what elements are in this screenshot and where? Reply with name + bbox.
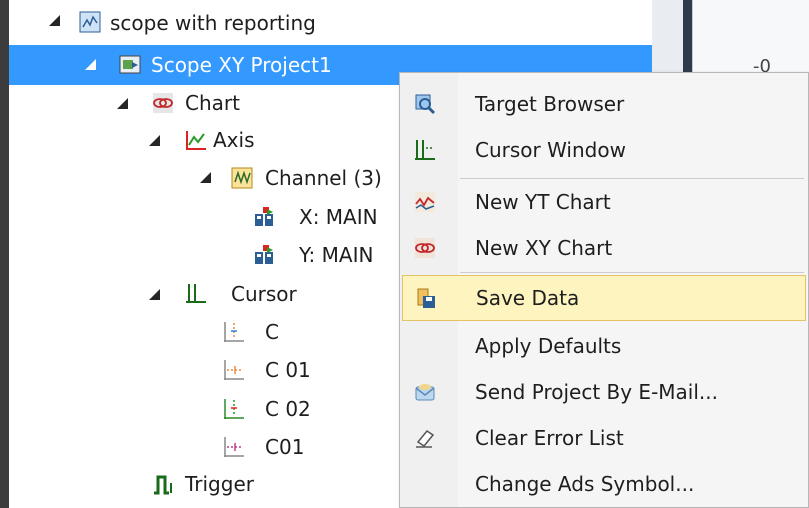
expand-arrow-icon[interactable] [149, 289, 160, 300]
context-menu: Target Browser Cursor Window New YT Char… [399, 72, 809, 508]
menu-item-new-xy-chart[interactable]: New XY Chart [402, 225, 806, 271]
tree-item-label: Scope XY Project1 [151, 53, 332, 77]
tree-item-label: X: MAIN [299, 205, 378, 229]
cursor-icon [185, 283, 207, 305]
scope-project-icon [79, 11, 101, 33]
menu-item-target-browser[interactable]: Target Browser [402, 81, 806, 127]
menu-item-label: Target Browser [475, 92, 625, 116]
expand-arrow-icon[interactable] [200, 172, 211, 183]
tree-item-label: Channel (3) [265, 166, 382, 190]
menu-item-label: Cursor Window [475, 138, 626, 162]
tree-item-cursor-c[interactable]: C [9, 312, 399, 352]
menu-item-label: Clear Error List [475, 426, 624, 450]
xy-project-icon [119, 54, 141, 76]
tree-item-cursor-c01[interactable]: C 01 [9, 350, 399, 390]
acquisition-icon [253, 206, 275, 228]
tree-item-label: Trigger [185, 472, 254, 496]
email-icon [414, 381, 436, 403]
menu-item-label: Save Data [476, 286, 580, 310]
xy-chart-icon [152, 92, 174, 114]
tree-item-root[interactable]: scope with reporting [9, 3, 652, 43]
expand-arrow-icon[interactable] [85, 59, 96, 70]
tree-item-label: C 01 [265, 358, 311, 382]
trigger-icon [152, 473, 174, 495]
tree-item-label: scope with reporting [110, 11, 316, 35]
cursor-horizontal-icon [223, 359, 245, 381]
tree-item-x-acquisition[interactable]: X: MAIN [9, 197, 399, 237]
expand-arrow-icon[interactable] [149, 135, 160, 146]
left-border [0, 0, 9, 508]
menu-separator [460, 272, 804, 273]
tree-item-chart[interactable]: Chart [9, 83, 399, 123]
expand-arrow-icon[interactable] [117, 98, 128, 109]
menu-item-label: Change Ads Symbol... [475, 472, 695, 496]
cursor-vertical-green-icon [223, 398, 245, 420]
menu-item-label: Send Project By E-Mail... [475, 380, 718, 404]
tree-item-label: C 02 [265, 397, 311, 421]
menu-item-save-data[interactable]: Save Data [402, 275, 806, 321]
tree-item-channel[interactable]: Channel (3) [9, 158, 399, 198]
menu-item-clear-error-list[interactable]: Clear Error List [402, 415, 806, 461]
cursor-horizontal-pink-icon [223, 436, 245, 458]
tree-item-cursor-c02[interactable]: C 02 [9, 389, 399, 429]
expand-arrow-icon[interactable] [49, 15, 60, 26]
cursor-vertical-icon [223, 321, 245, 343]
menu-item-label: New XY Chart [475, 236, 613, 260]
menu-item-new-yt-chart[interactable]: New YT Chart [402, 179, 806, 225]
menu-item-send-project-by-email[interactable]: Send Project By E-Mail... [402, 369, 806, 415]
cursor-window-icon [414, 139, 436, 161]
tree-item-cursor-c01-2[interactable]: C01 [9, 427, 399, 467]
save-data-icon [415, 287, 437, 309]
tree-item-axis[interactable]: Axis [9, 120, 399, 160]
tree-item-label: Y: MAIN [299, 243, 374, 267]
tree-item-cursor[interactable]: Cursor [9, 274, 399, 314]
tree-item-trigger[interactable]: Trigger [9, 464, 399, 504]
channel-icon [231, 167, 253, 189]
menu-item-cursor-window[interactable]: Cursor Window [402, 127, 806, 173]
tree-item-label: Chart [185, 91, 240, 115]
xy-chart-icon [414, 237, 436, 259]
axis-icon [185, 129, 207, 151]
tree-item-label: Axis [213, 128, 255, 152]
acquisition-icon [253, 244, 275, 266]
yt-chart-icon [414, 191, 436, 213]
menu-item-apply-defaults[interactable]: Apply Defaults [402, 323, 806, 369]
eraser-icon [414, 427, 436, 449]
tree-item-label: Cursor [231, 282, 297, 306]
menu-item-label: New YT Chart [475, 190, 611, 214]
tree-item-label: C [265, 320, 279, 344]
menu-item-change-ads-symbol[interactable]: Change Ads Symbol... [402, 461, 806, 507]
tree-item-y-acquisition[interactable]: Y: MAIN [9, 235, 399, 275]
tree-item-label: C01 [265, 435, 305, 459]
menu-item-label: Apply Defaults [475, 334, 622, 358]
target-browser-icon [414, 93, 436, 115]
